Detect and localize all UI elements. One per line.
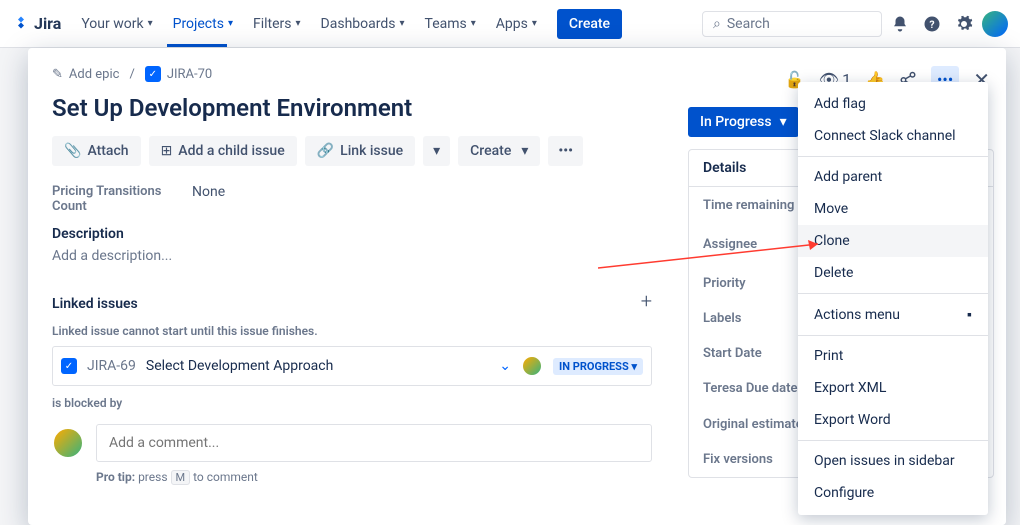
nav-apps[interactable]: Apps▾: [488, 10, 545, 38]
menu-add-flag[interactable]: Add flag: [798, 88, 988, 120]
chevron-down-icon: ▾: [521, 143, 528, 159]
menu-export-xml[interactable]: Export XML: [798, 372, 988, 404]
task-icon: ✓: [145, 66, 161, 82]
description-label: Description: [52, 226, 652, 242]
chevron-down-icon: ▾: [148, 18, 153, 29]
subtask-icon: ⊞: [161, 143, 173, 159]
svg-text:?: ?: [929, 17, 934, 30]
link-icon: 🔗: [317, 143, 334, 159]
menu-configure[interactable]: Configure: [798, 477, 988, 509]
jira-logo-icon: [12, 15, 30, 33]
menu-export-word[interactable]: Export Word: [798, 404, 988, 436]
avatar[interactable]: [982, 11, 1008, 37]
issue-key-link[interactable]: ✓ JIRA-70: [145, 66, 212, 82]
link-issue-button[interactable]: 🔗Link issue: [305, 136, 415, 166]
issue-actions: 📎Attach ⊞Add a child issue 🔗Link issue ▾…: [52, 136, 652, 166]
linked-issue-title: Select Development Approach: [146, 358, 489, 374]
linked-issue-row[interactable]: ✓ JIRA-69 Select Development Approach ⌄ …: [52, 346, 652, 386]
nav-your-work[interactable]: Your work▾: [73, 10, 160, 38]
help-icon[interactable]: ?: [918, 10, 946, 38]
comment-input[interactable]: [96, 424, 652, 462]
linked-issues-subtitle: Linked issue cannot start until this iss…: [52, 324, 652, 338]
chevron-down-icon: ▾: [433, 143, 440, 159]
menu-move[interactable]: Move: [798, 193, 988, 225]
create-button[interactable]: Create: [557, 9, 622, 39]
menu-open-sidebar[interactable]: Open issues in sidebar: [798, 445, 988, 477]
pencil-icon: ✎: [52, 67, 63, 82]
attach-button[interactable]: 📎Attach: [52, 136, 141, 166]
status-dropdown[interactable]: In Progress ▾: [688, 107, 799, 137]
breadcrumb: ✎ Add epic / ✓ JIRA-70: [52, 66, 652, 82]
chevron-down-icon: ▾: [471, 18, 476, 29]
menu-delete[interactable]: Delete: [798, 257, 988, 289]
linked-issues-label: Linked issues: [52, 296, 138, 312]
top-navigation: Jira Your work▾ Projects▾ Filters▾ Dashb…: [0, 0, 1020, 48]
jira-logo[interactable]: Jira: [12, 14, 61, 33]
issue-main-column: ✎ Add epic / ✓ JIRA-70 Set Up Developmen…: [28, 48, 676, 525]
menu-connect-slack[interactable]: Connect Slack channel: [798, 120, 988, 152]
add-child-button[interactable]: ⊞Add a child issue: [149, 136, 297, 166]
is-blocked-by-label: is blocked by: [52, 396, 652, 410]
chevron-down-icon: ▾: [228, 18, 233, 29]
search-input[interactable]: ⌕ Search: [702, 11, 882, 37]
menu-actions-submenu[interactable]: Actions menu▪: [798, 298, 988, 331]
nav-filters[interactable]: Filters▾: [245, 10, 309, 38]
create-dropdown[interactable]: Create▾: [458, 136, 540, 166]
chevron-down-icon: ▾: [780, 114, 787, 130]
nav-dashboards[interactable]: Dashboards▾: [313, 10, 413, 38]
search-icon: ⌕: [713, 16, 721, 32]
task-icon: ✓: [61, 358, 77, 374]
submenu-indicator-icon: ▪: [967, 306, 972, 323]
chevron-down-icon: ▾: [296, 18, 301, 29]
linked-issue-key: JIRA-69: [87, 358, 136, 374]
nav-teams[interactable]: Teams▾: [417, 10, 484, 38]
add-epic-link[interactable]: ✎ Add epic: [52, 67, 119, 82]
priority-icon: ⌄: [499, 358, 511, 374]
chevron-down-icon: ▾: [399, 18, 404, 29]
issue-title[interactable]: Set Up Development Environment: [52, 94, 652, 122]
settings-icon[interactable]: [950, 10, 978, 38]
description-field[interactable]: Add a description...: [52, 248, 652, 264]
menu-add-parent[interactable]: Add parent: [798, 161, 988, 193]
chevron-down-icon: ▾: [532, 18, 537, 29]
pricing-transitions-value[interactable]: None: [192, 184, 225, 214]
menu-print[interactable]: Print: [798, 340, 988, 372]
nav-projects[interactable]: Projects▾: [165, 10, 241, 38]
pricing-transitions-label: Pricing Transitions Count: [52, 184, 192, 214]
notifications-icon[interactable]: [886, 10, 914, 38]
link-dropdown[interactable]: ▾: [423, 136, 450, 166]
status-badge: IN PROGRESS ▾: [553, 358, 643, 375]
assignee-avatar: [521, 355, 543, 377]
comment-protip: Pro tip: press M to comment: [96, 470, 652, 484]
menu-clone[interactable]: Clone: [798, 225, 988, 257]
dots-icon: •••: [558, 143, 573, 159]
add-linked-issue-button[interactable]: +: [641, 289, 652, 313]
more-actions-button[interactable]: •••: [548, 136, 583, 166]
more-actions-menu: Add flag Connect Slack channel Add paren…: [798, 82, 988, 515]
paperclip-icon: 📎: [64, 143, 81, 159]
current-user-avatar: [52, 427, 84, 459]
